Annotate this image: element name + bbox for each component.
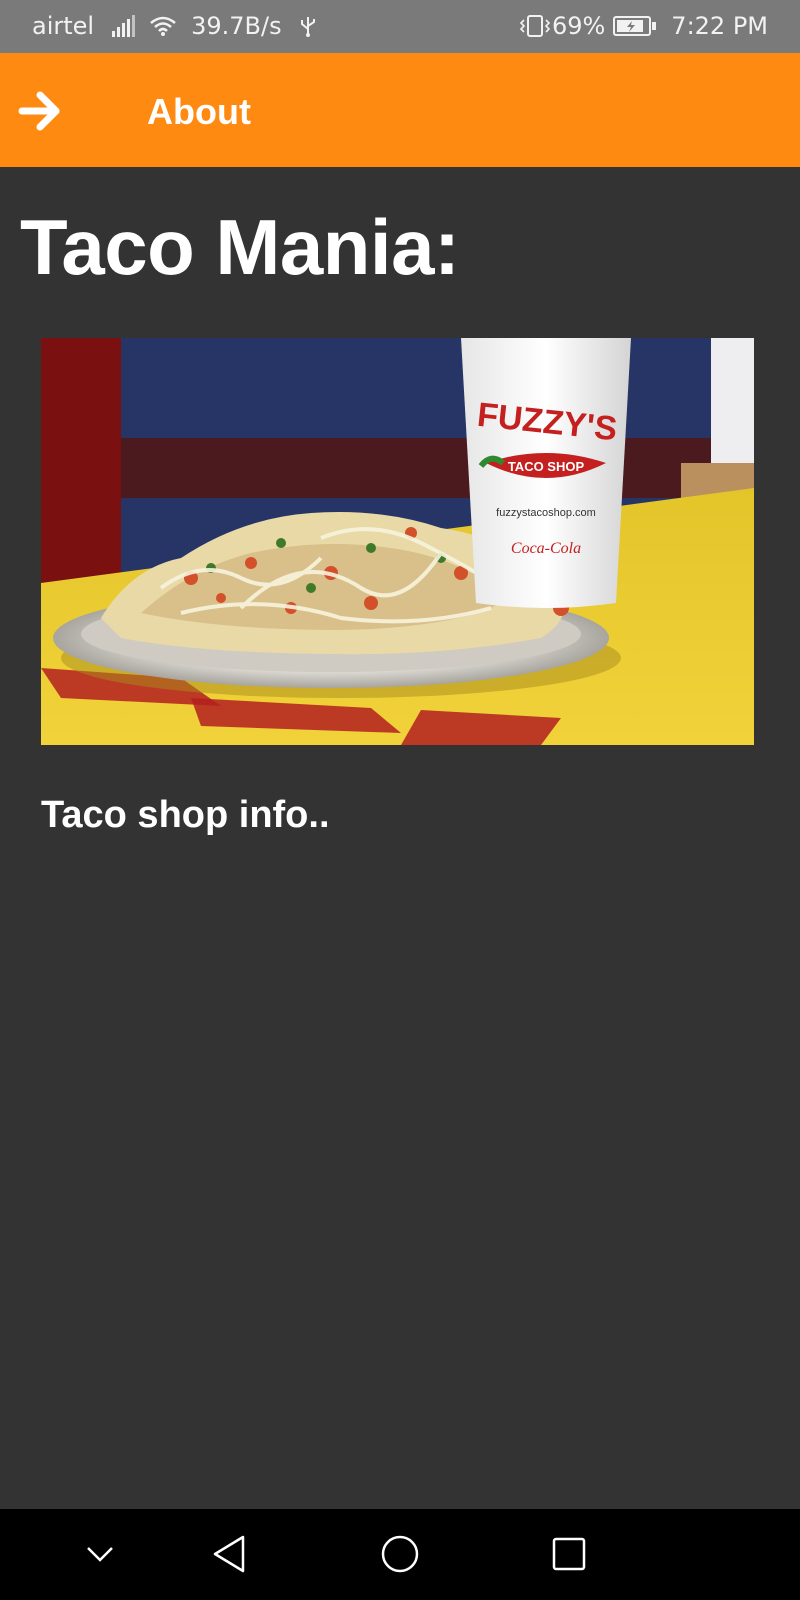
- status-right: 69% 7:22 PM: [518, 12, 768, 40]
- svg-text:TACO SHOP: TACO SHOP: [508, 459, 585, 474]
- taco-photo: FUZZY'S TACO SHOP fuzzystacoshop.com Coc…: [41, 338, 754, 745]
- status-left: airtel 39.7B/s: [32, 12, 316, 40]
- arrow-right-icon[interactable]: [12, 83, 68, 139]
- app-bar-title: About: [147, 91, 251, 132]
- svg-text:Coca-Cola: Coca-Cola: [511, 540, 581, 557]
- page-title: Taco Mania:: [20, 203, 460, 291]
- battery-charging-icon: [613, 16, 657, 36]
- vibrate-icon: [519, 15, 551, 37]
- system-nav-bar: [0, 1509, 800, 1600]
- wifi-icon: [150, 16, 176, 36]
- shop-info-text: Taco shop info..: [41, 794, 330, 836]
- battery-percent: 69%: [551, 12, 606, 40]
- network-speed: 39.7B/s: [191, 12, 282, 40]
- clock: 7:22 PM: [671, 12, 768, 40]
- status-bar: airtel 39.7B/s 69% 7:22 PM: [0, 0, 800, 53]
- signal-icon: [112, 15, 137, 37]
- usb-icon: [300, 17, 315, 37]
- chevron-down-icon[interactable]: [75, 1529, 125, 1579]
- back-triangle-icon[interactable]: [204, 1529, 254, 1579]
- home-circle-icon[interactable]: [375, 1529, 425, 1579]
- svg-text:fuzzystacoshop.com: fuzzystacoshop.com: [496, 507, 596, 519]
- app-bar: About: [0, 53, 800, 167]
- carrier-label: airtel: [32, 12, 95, 40]
- recents-square-icon[interactable]: [544, 1529, 594, 1579]
